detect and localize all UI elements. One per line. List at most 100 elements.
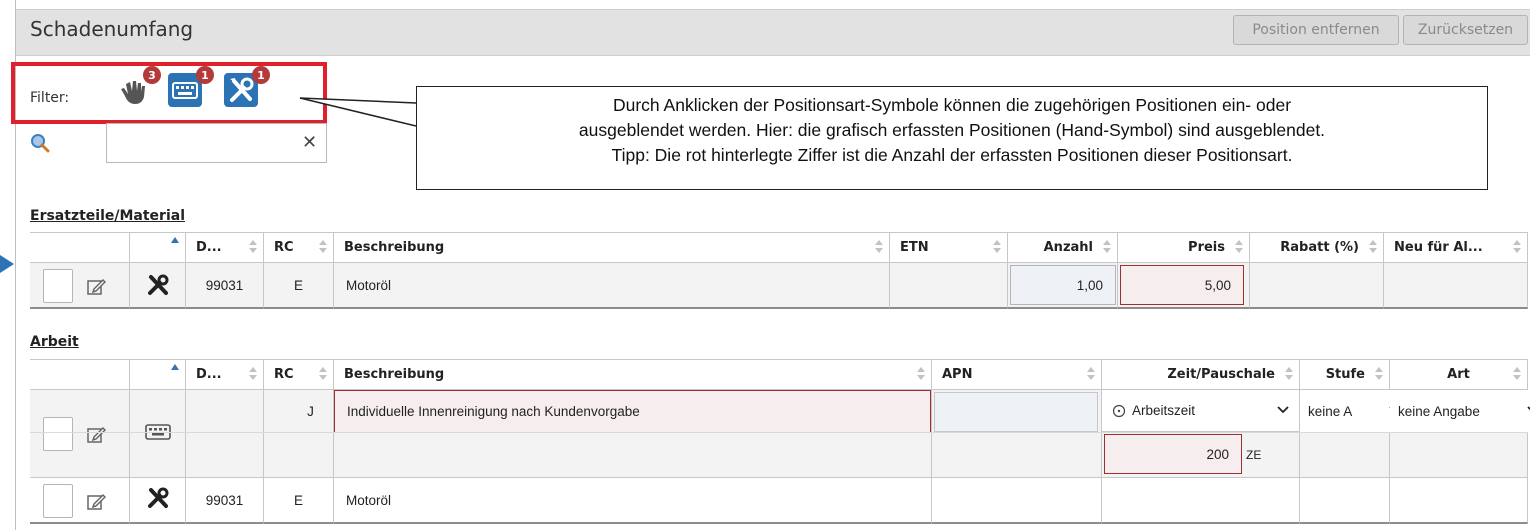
parts-row-etn[interactable] [890, 263, 1008, 309]
sort-icon [1375, 367, 1383, 383]
labor-row2-d: 99031 [186, 478, 264, 524]
sort-icon [1285, 367, 1293, 383]
labor-section-title: Arbeit [30, 334, 79, 350]
labor-row2-apn[interactable] [932, 478, 1102, 524]
tools-icon [148, 487, 169, 508]
labor-row2-description[interactable]: Motoröl [334, 478, 932, 524]
labor-row1-d [186, 390, 264, 478]
callout-line-2: ausgeblendet werden. Hier: die grafisch … [578, 120, 1326, 140]
parts-row-neu[interactable] [1384, 263, 1528, 309]
parts-row-anzahl-cell: 1,00 [1008, 263, 1118, 309]
labor-row2-type-cell [130, 478, 186, 524]
parts-col-description[interactable]: Beschreibung [334, 233, 890, 263]
remove-position-button[interactable]: Position entfernen [1233, 15, 1399, 45]
clear-search-icon[interactable]: ✕ [302, 132, 317, 153]
sort-icon [319, 240, 327, 256]
labor-row1-select-cell [30, 390, 130, 478]
parts-row-preis-cell: 5,00 [1118, 263, 1250, 309]
labor-row2-zeit[interactable] [1102, 478, 1300, 524]
sort-icon [249, 240, 257, 256]
labor-row1-apn-cell [932, 390, 1102, 478]
row-checkbox[interactable] [43, 484, 73, 518]
callout-line-3: Tipp: Die rot hinterlegte Ziffer ist die… [611, 145, 1293, 165]
labor-row1-description-cell: Individuelle Innenreinigung nach Kundenv… [334, 390, 932, 478]
search-icon [30, 133, 50, 157]
labor-row1-stufe-cell: keine A [1300, 390, 1409, 478]
parts-col-anzahl[interactable]: Anzahl [1008, 233, 1118, 263]
labor-col-stufe[interactable]: Stufe [1300, 360, 1390, 390]
parts-row-d: 99031 [186, 263, 264, 309]
sort-icon [1087, 367, 1095, 383]
preis-input[interactable]: 5,00 [1120, 265, 1244, 305]
sort-icon [1103, 240, 1111, 256]
zeit-unit-label: ZE [1246, 448, 1262, 462]
search-input[interactable] [106, 123, 327, 163]
labor-col-rc[interactable]: RC [264, 360, 334, 390]
reset-button[interactable]: Zurücksetzen [1403, 15, 1528, 45]
labor-row2-rc: E [264, 478, 334, 524]
filter-label: Filter: [30, 90, 70, 106]
sort-icon [319, 367, 327, 383]
keyboard-filter-count-badge: 1 [196, 66, 214, 84]
parts-col-rc[interactable]: RC [264, 233, 334, 263]
parts-row-description[interactable]: Motoröl [334, 263, 890, 309]
tools-filter-count-badge: 1 [252, 66, 270, 84]
sort-icon [993, 240, 1001, 256]
sort-icon [1369, 240, 1377, 256]
parts-section-title: Ersatzteile/Material [30, 208, 185, 224]
parts-row-select-cell [30, 263, 130, 309]
labor-col-zeit[interactable]: Zeit/Pauschale [1102, 360, 1300, 390]
sort-icon [1513, 367, 1521, 383]
edit-icon[interactable] [86, 425, 106, 445]
sort-icon [249, 367, 257, 383]
labor-col-description[interactable]: Beschreibung [334, 360, 932, 390]
labor-row1-subdivider [30, 432, 1528, 433]
page-title: Schadenumfang [30, 17, 194, 41]
sort-icon [875, 240, 883, 256]
zeit-select[interactable]: Arbeitszeit [1102, 390, 1299, 432]
sort-icon [917, 367, 925, 383]
parts-col-select [30, 233, 130, 263]
labor-row1-zeit-cell: Arbeitszeit 200 ZE [1102, 390, 1300, 478]
labor-description-input[interactable]: Individuelle Innenreinigung nach Kundenv… [334, 390, 931, 433]
tools-icon [148, 274, 169, 295]
labor-col-art[interactable]: Art [1390, 360, 1528, 390]
apn-input[interactable] [934, 392, 1098, 432]
chevron-down-icon [1277, 406, 1289, 414]
edit-icon[interactable] [86, 277, 106, 297]
labor-col-apn[interactable]: APN [932, 360, 1102, 390]
parts-row-type-cell [130, 263, 186, 309]
labor-row2-art[interactable] [1390, 478, 1528, 524]
hand-filter-count-badge: 3 [143, 66, 161, 84]
callout-line-1: Durch Anklicken der Positionsart-Symbole… [612, 95, 1292, 115]
labor-col-d[interactable]: D... [186, 360, 264, 390]
parts-col-neu[interactable]: Neu für Al... [1384, 233, 1528, 263]
parts-col-type[interactable] [130, 233, 186, 263]
sort-icon [1235, 240, 1243, 256]
labor-row1-rc-cell: J [264, 390, 334, 478]
parts-col-d[interactable]: D... [186, 233, 264, 263]
row-checkbox[interactable] [43, 417, 73, 451]
labor-row1-type-cell [130, 390, 186, 478]
labor-col-type[interactable] [130, 360, 186, 390]
clock-icon [1112, 404, 1126, 417]
row-checkbox[interactable] [43, 269, 73, 303]
zeit-value-input[interactable]: 200 [1104, 434, 1242, 474]
parts-col-rabatt[interactable]: Rabatt (%) [1250, 233, 1384, 263]
sort-asc-icon [171, 237, 179, 243]
art-select[interactable]: keine Angabe [1390, 390, 1530, 432]
parts-col-etn[interactable]: ETN [890, 233, 1008, 263]
sort-icon [1513, 240, 1521, 256]
edit-icon[interactable] [86, 492, 106, 512]
labor-row2-stufe[interactable] [1300, 478, 1390, 524]
anzahl-input[interactable]: 1,00 [1010, 265, 1116, 305]
labor-row2-select-cell [30, 478, 130, 524]
parts-col-preis[interactable]: Preis [1118, 233, 1250, 263]
sort-asc-icon [171, 364, 179, 370]
info-callout: Durch Anklicken der Positionsart-Symbole… [416, 86, 1488, 190]
parts-row-rc: E [264, 263, 334, 309]
parts-row-rabatt[interactable] [1250, 263, 1384, 309]
labor-col-select [30, 360, 130, 390]
labor-row1-art-cell: keine Angabe [1390, 390, 1530, 478]
row-marker-icon [0, 255, 14, 273]
